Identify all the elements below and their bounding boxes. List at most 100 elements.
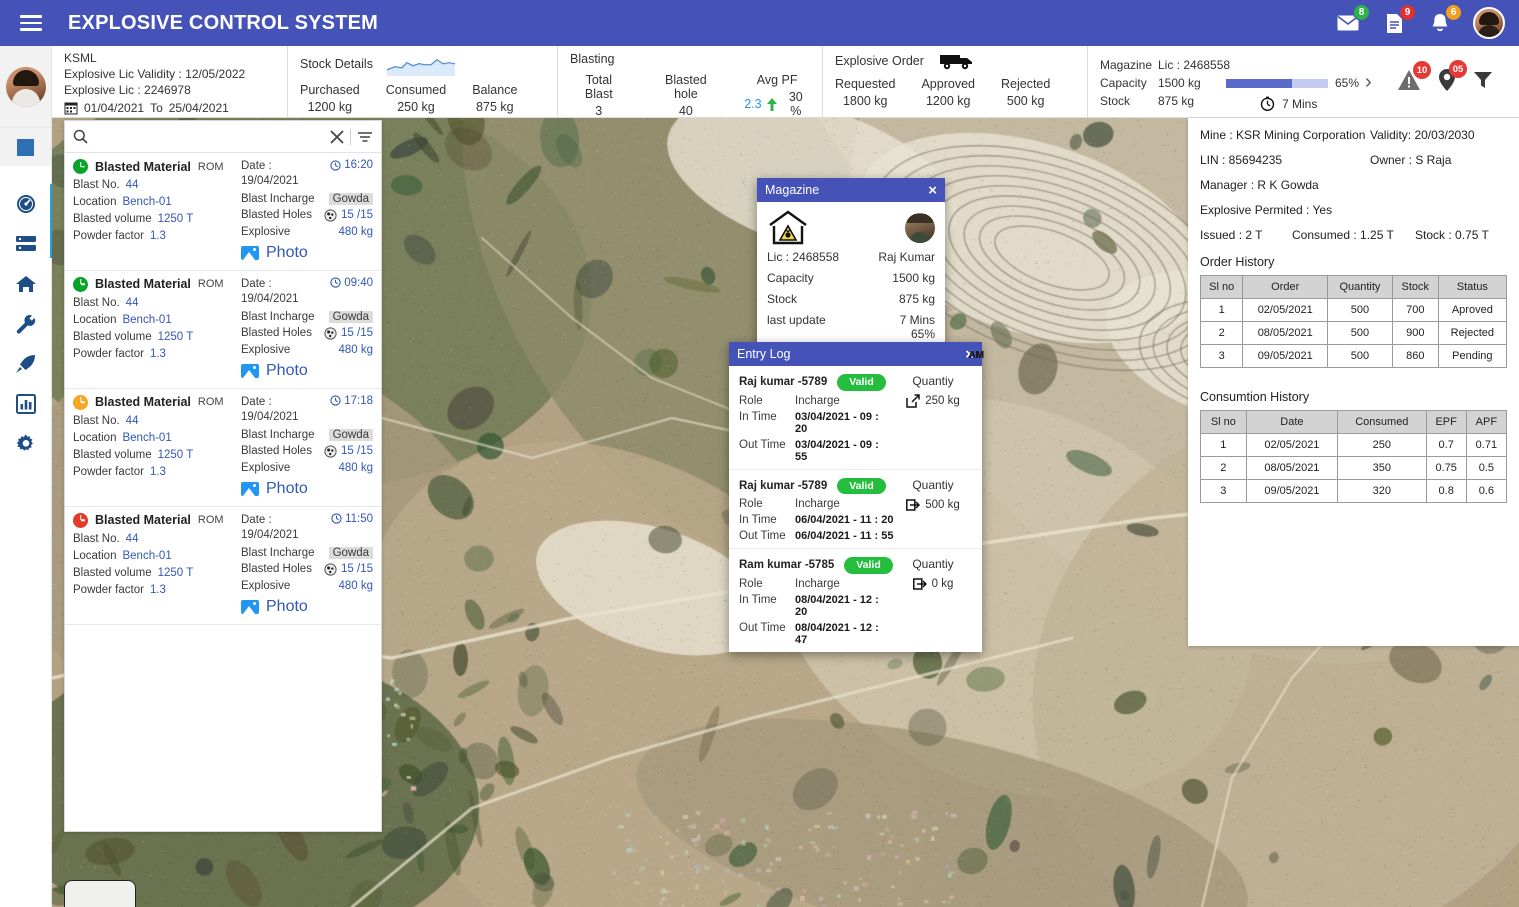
filter-icon[interactable] bbox=[1473, 70, 1493, 95]
table-row[interactable]: 2 08/05/2021 350 0.75 0.5 bbox=[1200, 456, 1508, 480]
volume-field: Blasted volume 1250 T bbox=[73, 331, 241, 343]
consumption-history-table: Sl no Date Consumed EPF APF 1 02/05/2021 250 0.… bbox=[1200, 410, 1508, 503]
location-label: Location bbox=[73, 431, 117, 444]
close-icon[interactable] bbox=[330, 129, 344, 144]
location-value: Bench-01 bbox=[122, 431, 172, 444]
date-time-row: Date : 19/04/2021 09:40 bbox=[241, 277, 373, 307]
explosive-row: Explosive 480 kg bbox=[241, 462, 373, 474]
sort-filter-icon[interactable] bbox=[357, 130, 373, 144]
card-title: Blasted Material bbox=[95, 277, 191, 292]
avatar[interactable] bbox=[1473, 7, 1505, 39]
blast-no-field: Blast No. 44 bbox=[73, 297, 241, 309]
chevron-right-icon[interactable]: › bbox=[1365, 71, 1372, 94]
explosive-order-title: Explosive Order bbox=[835, 54, 924, 68]
entry-name: Ram kumar -5785 bbox=[739, 559, 835, 572]
sidebar-item-dashboard[interactable] bbox=[0, 184, 51, 224]
entry-log-dialog: Entry Log × Raj kumar -5789 Valid Role In… bbox=[729, 342, 984, 652]
explosive-value: 480 kg bbox=[338, 579, 373, 592]
map-control-box[interactable] bbox=[64, 880, 136, 907]
stock-purchased-value: 1200 kg bbox=[307, 100, 353, 114]
date-time-row: Date : 19/04/2021 16:20 bbox=[241, 159, 373, 189]
table-cell: 500 bbox=[1327, 321, 1393, 345]
stopwatch-icon bbox=[1260, 96, 1275, 111]
avatar[interactable] bbox=[5, 66, 46, 107]
list-item[interactable]: Raj kumar -5789 Valid Role Incharge In Ti… bbox=[729, 350, 984, 470]
card-rom: ROM bbox=[197, 160, 224, 173]
photo-icon bbox=[241, 481, 259, 496]
bell-badge: 6 bbox=[1445, 4, 1462, 21]
bell-icon[interactable]: 6 bbox=[1427, 4, 1462, 36]
explosive-value: 480 kg bbox=[338, 343, 373, 356]
sidebar-item-launch[interactable] bbox=[0, 344, 51, 384]
magazine-progress-area: 65% 7 Mins bbox=[1226, 54, 1359, 111]
table-row[interactable]: 1 02/05/2021 500 700 Aproved bbox=[1199, 298, 1508, 322]
hamburger-icon[interactable] bbox=[8, 15, 54, 31]
table-row[interactable]: 2 08/05/2021 500 900 Rejected bbox=[1199, 321, 1508, 345]
list-item[interactable]: Blasted Material ROM Blast No. 44 Locatio… bbox=[65, 271, 381, 389]
date-value: 19/04/2021 bbox=[241, 174, 299, 187]
column-header: Sl no bbox=[1200, 410, 1247, 434]
volume-label: Blasted volume bbox=[73, 330, 152, 343]
card-left: Blasted Material ROM Blast No. 44 Locatio… bbox=[73, 512, 241, 616]
sidebar-item-records[interactable] bbox=[0, 224, 51, 264]
column-header: Order bbox=[1242, 275, 1329, 299]
mine-name: Mine : KSR Mining Corporation bbox=[1200, 128, 1366, 142]
list-item[interactable]: Raj kumar -5789 Valid Role Incharge In Ti… bbox=[729, 350, 984, 550]
incharge-value: Gowda bbox=[328, 310, 373, 323]
photo-link[interactable]: Photo bbox=[241, 598, 373, 616]
sidebar-item-tools[interactable] bbox=[0, 304, 51, 344]
magazine-dialog-capacity: Capacity 1500 kg bbox=[767, 271, 935, 285]
photo-link[interactable]: Photo bbox=[241, 480, 373, 498]
powder-factor-field: Powder factor 1.3 bbox=[73, 230, 241, 242]
card-left: Blasted Material ROM Blast No. 44 Locatio… bbox=[73, 394, 241, 498]
consumption-history-title: Consumtion History bbox=[1200, 390, 1310, 404]
in-arrow-icon bbox=[906, 498, 921, 511]
stock-consumed-label: Consumed bbox=[385, 83, 447, 97]
table-cell: 2 bbox=[1200, 456, 1247, 480]
pf-label: Powder factor bbox=[73, 347, 144, 360]
pf-label: Powder factor bbox=[73, 465, 144, 478]
truck-icon bbox=[939, 55, 972, 70]
order-approved-value: 1200 kg bbox=[925, 94, 971, 108]
status-badge bbox=[73, 512, 88, 528]
photo-link[interactable]: Photo bbox=[241, 362, 373, 380]
sidebar-item-reports[interactable] bbox=[0, 384, 51, 424]
table-cell: 350 bbox=[1337, 456, 1427, 480]
blast-no-value: 44 bbox=[125, 414, 139, 427]
photo-link[interactable]: Photo bbox=[241, 244, 373, 262]
warning-alert-icon[interactable]: 10 bbox=[1397, 61, 1431, 96]
mine-lin: LIN : 85694235 bbox=[1200, 153, 1283, 167]
blasting-card: Blasting Total Blast 3 Blasted hole 40 A… bbox=[558, 46, 823, 118]
table-row[interactable]: 1 02/05/2021 250 0.7 0.71 bbox=[1200, 433, 1508, 457]
sidebar-item-settings[interactable] bbox=[0, 424, 51, 464]
date-range[interactable]: 01/04/2021 To 25/04/2021 bbox=[64, 101, 275, 115]
search-input[interactable] bbox=[94, 129, 324, 144]
in-time-value: 06/04/2021 - 11 : 20 bbox=[795, 514, 894, 527]
stock-value: 875 kg bbox=[898, 292, 935, 306]
list-item[interactable]: Blasted Material ROM Blast No. 44 Locatio… bbox=[65, 153, 381, 271]
column-header: Status bbox=[1437, 275, 1508, 299]
sidebar-item-home[interactable] bbox=[0, 264, 51, 304]
search-icon[interactable] bbox=[73, 129, 88, 144]
quantity-value: 0 kg bbox=[931, 578, 954, 591]
close-icon[interactable]: × bbox=[928, 183, 937, 198]
list-item[interactable]: Blasted Material ROM Blast No. 44 Locatio… bbox=[65, 507, 381, 625]
stock-balance-label: Balance bbox=[472, 83, 518, 97]
explosive-label: Explosive bbox=[241, 343, 291, 356]
location-pin-icon[interactable]: 05 bbox=[1437, 60, 1467, 97]
list-item[interactable]: Ram kumar -5785 Valid Role Incharge In Ti… bbox=[729, 350, 984, 652]
rail-avatar-container bbox=[0, 46, 51, 128]
volume-field: Blasted volume 1250 T bbox=[73, 213, 241, 225]
table-row[interactable]: 3 09/05/2021 320 0.8 0.6 bbox=[1200, 479, 1508, 503]
avg-pf-delta: 30 % bbox=[788, 90, 803, 118]
document-icon[interactable]: 9 bbox=[1381, 4, 1416, 36]
explosive-order-card: Explosive Order Requested 1800 kg Approv… bbox=[823, 46, 1088, 117]
holes-label: Blasted Holes bbox=[241, 327, 312, 340]
entry-quantity: Quantiy 0 kg bbox=[894, 557, 972, 646]
order-history-table: Sl no Order Quantity Stock Status 1 02/05/202… bbox=[1199, 275, 1508, 368]
entry-left: Ram kumar -5785 Valid Role Incharge In Ti… bbox=[739, 350, 984, 646]
mail-icon[interactable]: 8 bbox=[1335, 4, 1370, 36]
table-row[interactable]: 3 09/05/2021 500 860 Pending bbox=[1199, 344, 1508, 368]
list-item[interactable]: Blasted Material ROM Blast No. 44 Locatio… bbox=[65, 389, 381, 507]
explosive-label: Explosive bbox=[241, 461, 291, 474]
